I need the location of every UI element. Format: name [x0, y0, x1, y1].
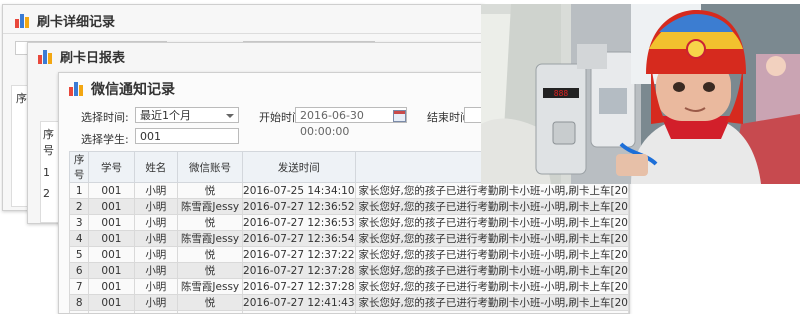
wechat-account-cell: 陈雪霞Jessy — [178, 231, 243, 247]
wechat-account-cell: 悦 — [178, 183, 243, 199]
send-time-cell: 2016-07-27 12:37:28 — [243, 263, 356, 279]
message-text-cell: 家长您好,您的孩子已进行考勤刷卡小班-小明,刷卡上车[20 — [355, 215, 628, 231]
student-name-cell: 小明 — [134, 263, 178, 279]
message-text-cell: 家长您好,您的孩子已进行考勤刷卡小班-小明,刷卡上车[20 — [355, 263, 628, 279]
student-value: 001 — [140, 130, 161, 143]
student-id-cell: 001 — [89, 183, 134, 199]
row-number-cell: 9 — [70, 311, 89, 314]
row-number-cell: 2 — [70, 199, 89, 215]
time-select-value: 最近1个月 — [140, 109, 191, 122]
wechat-notice-title-text: 微信通知记录 — [91, 79, 175, 99]
row-number-cell: 5 — [70, 247, 89, 263]
bar-chart-icon — [69, 82, 85, 96]
message-text-cell: 家长您好,您的孩子已进行考勤刷卡小班-小明,刷卡上车[20 — [355, 231, 628, 247]
table-row[interactable]: 8001小明悦2016-07-27 12:41:43家长您好,您的孩子已进行考勤… — [70, 295, 629, 311]
table-row[interactable]: 4001小明陈雪霞Jessy2016-07-27 12:36:54家长您好,您的… — [70, 231, 629, 247]
wechat-account-cell: 陈雪霞Jessy — [178, 279, 243, 295]
message-text-cell: 家长您好,您的孩子已进行考勤刷卡小班-小明,刷卡上车[20 — [355, 279, 628, 295]
message-text-cell: 家长您好,您的孩子已进行考勤刷卡小班-小明,刷卡上车[20 — [355, 247, 628, 263]
student-name-cell: 小明 — [134, 311, 178, 314]
card-detail-title-text: 刷卡详细记录 — [37, 11, 115, 30]
table-row[interactable]: 7001小明陈雪霞Jessy2016-07-27 12:37:28家长您好,您的… — [70, 279, 629, 295]
calendar-icon[interactable] — [393, 110, 406, 122]
student-id-cell: 001 — [89, 231, 134, 247]
wechat-account-cell: 陈雪霞Jessy — [178, 199, 243, 215]
chevron-down-icon[interactable] — [226, 114, 234, 118]
bar-chart-icon — [15, 14, 31, 28]
row-number-cell: 4 — [70, 231, 89, 247]
student-input[interactable]: 001 — [135, 128, 239, 144]
send-time-cell: 2016-07-25 14:34:10 — [243, 183, 356, 199]
bar-chart-icon — [38, 50, 54, 64]
wechat-account-cell: 悦 — [178, 247, 243, 263]
student-name-cell: 小明 — [134, 215, 178, 231]
school-bus-card-photo: 888 — [481, 4, 800, 184]
student-id-cell: 001 — [89, 279, 134, 295]
student-id-cell: 001 — [89, 295, 134, 311]
send-time-cell: 2016-07-27 12:36:53 — [243, 215, 356, 231]
student-name-cell: 小明 — [134, 231, 178, 247]
daily-report-title: 刷卡日报表 — [38, 47, 125, 66]
student-name-cell: 小明 — [134, 279, 178, 295]
table-row[interactable]: 3001小明悦2016-07-27 12:36:53家长您好,您的孩子已进行考勤… — [70, 215, 629, 231]
start-date-input[interactable]: 2016-06-30 00:00:00 — [295, 107, 407, 123]
wechat-notice-title: 微信通知记录 — [69, 79, 175, 99]
row-number-cell: 7 — [70, 279, 89, 295]
divider — [3, 33, 483, 34]
student-name-cell: 小明 — [134, 183, 178, 199]
send-time-cell: 2016-07-27 12:36:54 — [243, 231, 356, 247]
col-header-id[interactable]: 学号 — [89, 152, 134, 183]
student-id-cell: 001 — [89, 199, 134, 215]
col-header-account[interactable]: 微信账号 — [178, 152, 243, 183]
col-header-no[interactable]: 序号 — [70, 152, 89, 183]
student-name-cell: 小明 — [134, 295, 178, 311]
send-time-cell: 2016-07-27 12:37:28 — [243, 279, 356, 295]
reader-display: 888 — [554, 89, 569, 98]
wechat-account-cell: 悦 — [178, 215, 243, 231]
message-text-cell: 家长您好,您的孩子已进行考勤刷卡小班-小明,刷卡上车[20 — [355, 183, 628, 199]
message-text-cell: 家长您好,您的孩子已进行考勤刷卡小班-小明,刷卡上车[20 — [355, 311, 628, 314]
wechat-account-cell: 陈雪霞Jessy — [178, 311, 243, 314]
col-header-time[interactable]: 发送时间 — [243, 152, 356, 183]
wechat-account-cell: 悦 — [178, 295, 243, 311]
row-number-cell: 3 — [70, 215, 89, 231]
table-row[interactable]: 6001小明悦2016-07-27 12:37:28家长您好,您的孩子已进行考勤… — [70, 263, 629, 279]
wechat-account-cell: 悦 — [178, 263, 243, 279]
row-number-cell: 1 — [70, 183, 89, 199]
student-name-cell: 小明 — [134, 247, 178, 263]
student-name-cell: 小明 — [134, 199, 178, 215]
table-row[interactable]: 9001小明陈雪霞Jessy2016-07-27 12:41:43家长您好,您的… — [70, 311, 629, 314]
student-id-cell: 001 — [89, 263, 134, 279]
student-id-cell: 001 — [89, 215, 134, 231]
col-header-name[interactable]: 姓名 — [134, 152, 178, 183]
table-row[interactable]: 5001小明悦2016-07-27 12:37:22家长您好,您的孩子已进行考勤… — [70, 247, 629, 263]
student-label: 选择学生: — [81, 131, 129, 147]
send-time-cell: 2016-07-27 12:41:43 — [243, 295, 356, 311]
send-time-cell: 2016-07-27 12:36:52 — [243, 199, 356, 215]
card-detail-title: 刷卡详细记录 — [15, 11, 115, 30]
table-row[interactable]: 2001小明陈雪霞Jessy2016-07-27 12:36:52家长您好,您的… — [70, 199, 629, 215]
row-number-cell: 6 — [70, 263, 89, 279]
time-label: 选择时间: — [81, 109, 129, 125]
row-number-cell: 8 — [70, 295, 89, 311]
time-select[interactable]: 最近1个月 — [135, 107, 239, 123]
start-date-value: 2016-06-30 00:00:00 — [300, 109, 364, 138]
message-text-cell: 家长您好,您的孩子已进行考勤刷卡小班-小明,刷卡上车[20 — [355, 295, 628, 311]
message-text-cell: 家长您好,您的孩子已进行考勤刷卡小班-小明,刷卡上车[20 — [355, 199, 628, 215]
send-time-cell: 2016-07-27 12:37:22 — [243, 247, 356, 263]
student-id-cell: 001 — [89, 247, 134, 263]
send-time-cell: 2016-07-27 12:41:43 — [243, 311, 356, 314]
student-id-cell: 001 — [89, 311, 134, 314]
daily-report-title-text: 刷卡日报表 — [60, 47, 125, 66]
photo-illustration: 888 — [481, 4, 800, 184]
table-row[interactable]: 1001小明悦2016-07-25 14:34:10家长您好,您的孩子已进行考勤… — [70, 183, 629, 199]
